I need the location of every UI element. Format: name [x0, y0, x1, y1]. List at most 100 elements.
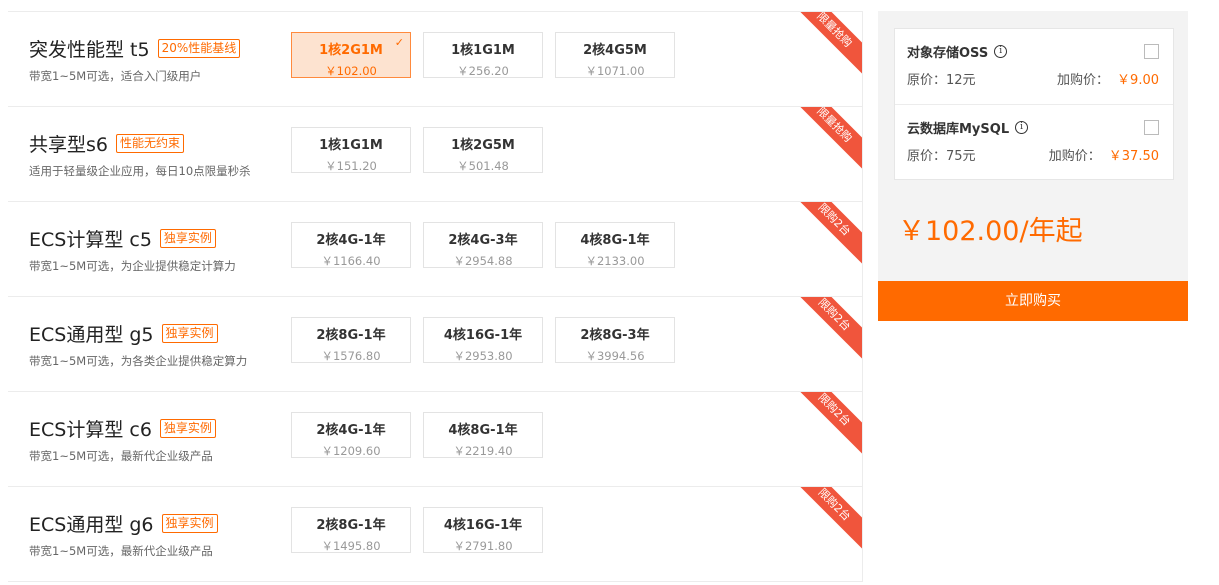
product-title: ECS通用型 g5 独享实例: [29, 321, 218, 346]
spec-option[interactable]: 2核4G-3年 ￥2954.88: [423, 222, 543, 268]
addon-addon-price: 加购价： ￥37.50: [1048, 149, 1159, 164]
spec-label: 1核2G1M: [319, 43, 383, 58]
addon-name: 云数据库MySQL i: [907, 118, 1029, 137]
addon-checkbox[interactable]: [1144, 120, 1159, 135]
addon-name: 对象存储OSS i: [907, 42, 1008, 61]
addon-name-text: 对象存储OSS: [907, 46, 989, 61]
product-row: ECS通用型 g5 独享实例带宽1~5M可选，为各类企业提供稳定算力 限购2台 2核8…: [8, 297, 862, 392]
product-tag: 独享实例: [159, 228, 216, 248]
product-name: ECS计算型 c5: [29, 228, 152, 251]
spec-price: ￥2133.00: [585, 254, 645, 268]
product-row: ECS通用型 g6 独享实例带宽1~5M可选，最新代企业级产品 限购2台 2核8G-1…: [8, 487, 862, 582]
spec-label: 1核2G5M: [451, 138, 515, 153]
spec-price: ￥2954.88: [453, 254, 513, 268]
spec-price: ￥2791.80: [453, 539, 513, 553]
spec-option[interactable]: 2核4G-1年 ￥1209.60: [291, 412, 411, 458]
addon-name-text: 云数据库MySQL: [907, 122, 1010, 137]
spec-label: 4核8G-1年: [448, 423, 518, 438]
spec-price: ￥1576.80: [321, 349, 381, 363]
addon-original-price: 原价：12元: [907, 73, 976, 88]
spec-price: ￥2219.40: [453, 444, 513, 458]
product-row: 突发性能型 t5 20%性能基线带宽1~5M可选，适合入门级用户 限量抢购 1核2G1…: [8, 12, 862, 107]
product-description: 适用于轻量级企业应用，每日10点限量秒杀: [29, 164, 251, 178]
product-title: 共享型s6 性能无约束: [29, 131, 185, 156]
spec-price: ￥1071.00: [585, 64, 645, 78]
spec-option[interactable]: 2核8G-3年 ￥3994.56: [555, 317, 675, 363]
promo-ribbon: 限量抢购: [789, 12, 862, 75]
spec-label: 2核4G5M: [583, 43, 647, 58]
spec-price: ￥1209.60: [321, 444, 381, 458]
spec-option[interactable]: 1核2G1M ￥102.00 ✓: [291, 32, 411, 78]
promo-ribbon: 限量抢购: [789, 107, 862, 170]
spec-option[interactable]: 4核16G-1年 ￥2791.80: [423, 507, 543, 553]
promo-ribbon: 限购2台: [789, 487, 862, 550]
spec-label: 4核16G-1年: [443, 518, 523, 533]
spec-option[interactable]: 4核16G-1年 ￥2953.80: [423, 317, 543, 363]
product-description: 带宽1~5M可选，为各类企业提供稳定算力: [29, 354, 248, 368]
product-tag: 性能无约束: [116, 133, 185, 153]
spec-label: 1核1G1M: [451, 43, 515, 58]
product-name: ECS通用型 g6: [29, 513, 154, 536]
spec-price: ￥501.48: [457, 159, 509, 173]
product-row: 共享型s6 性能无约束适用于轻量级企业应用，每日10点限量秒杀 限量抢购 1核1G1M…: [8, 107, 862, 202]
spec-label: 2核8G-1年: [316, 328, 386, 343]
spec-option[interactable]: 2核4G-1年 ￥1166.40: [291, 222, 411, 268]
buy-now-button[interactable]: 立即购买: [878, 281, 1188, 321]
spec-label: 4核16G-1年: [443, 328, 523, 343]
promo-ribbon: 限购2台: [789, 297, 862, 360]
addon-list: 对象存储OSS i 原价：12元 加购价： ￥9.00 云数据库MySQL i 原…: [894, 28, 1174, 180]
spec-option[interactable]: 1核1G1M ￥151.20: [291, 127, 411, 173]
spec-price: ￥256.20: [457, 64, 509, 78]
spec-price: ￥151.20: [325, 159, 377, 173]
product-tag: 独享实例: [159, 418, 216, 438]
spec-price: ￥3994.56: [585, 349, 645, 363]
addon-addon-price: 加购价： ￥9.00: [1057, 73, 1159, 88]
check-icon: ✓: [394, 36, 404, 49]
product-description: 带宽1~5M可选，最新代企业级产品: [29, 449, 213, 463]
promo-ribbon: 限购2台: [789, 392, 862, 455]
product-row: ECS计算型 c6 独享实例带宽1~5M可选，最新代企业级产品 限购2台 2核4G-1…: [8, 392, 862, 487]
product-name: ECS通用型 g5: [29, 323, 154, 346]
spec-option[interactable]: 2核8G-1年 ￥1576.80: [291, 317, 411, 363]
spec-price: ￥102.00: [325, 64, 377, 78]
spec-option[interactable]: 4核8G-1年 ￥2219.40: [423, 412, 543, 458]
promo-ribbon: 限购2台: [789, 202, 862, 265]
spec-label: 4核8G-1年: [580, 233, 650, 248]
order-summary-panel: 对象存储OSS i 原价：12元 加购价： ￥9.00 云数据库MySQL i 原…: [878, 11, 1188, 321]
spec-option[interactable]: 1核2G5M ￥501.48: [423, 127, 543, 173]
product-description: 带宽1~5M可选，为企业提供稳定计算力: [29, 259, 236, 273]
spec-label: 2核4G-3年: [448, 233, 518, 248]
info-icon[interactable]: i: [994, 45, 1008, 58]
spec-label: 2核4G-1年: [316, 233, 386, 248]
product-description: 带宽1~5M可选，最新代企业级产品: [29, 544, 213, 558]
product-title: ECS计算型 c5 独享实例: [29, 226, 216, 251]
product-name: 突发性能型 t5: [29, 38, 150, 61]
product-title: 突发性能型 t5 20%性能基线: [29, 36, 241, 61]
spec-label: 1核1G1M: [319, 138, 383, 153]
spec-price: ￥2953.80: [453, 349, 513, 363]
spec-price: ￥1166.40: [321, 254, 381, 268]
addon-mysql: 云数据库MySQL i 原价：75元 加购价： ￥37.50: [895, 104, 1173, 179]
addon-original-price: 原价：75元: [907, 149, 976, 164]
addon-oss: 对象存储OSS i 原价：12元 加购价： ￥9.00: [895, 29, 1173, 104]
info-icon[interactable]: i: [1015, 121, 1029, 134]
spec-option[interactable]: 4核8G-1年 ￥2133.00: [555, 222, 675, 268]
addon-checkbox[interactable]: [1144, 44, 1159, 59]
product-name: ECS计算型 c6: [29, 418, 152, 441]
spec-option[interactable]: 2核4G5M ￥1071.00: [555, 32, 675, 78]
product-name: 共享型s6: [29, 133, 108, 156]
product-tag: 20%性能基线: [157, 38, 241, 58]
spec-label: 2核4G-1年: [316, 423, 386, 438]
spec-label: 2核8G-3年: [580, 328, 650, 343]
product-row: ECS计算型 c5 独享实例带宽1~5M可选，为企业提供稳定计算力 限购2台 2核4G…: [8, 202, 862, 297]
spec-option[interactable]: 1核1G1M ￥256.20: [423, 32, 543, 78]
product-tag: 独享实例: [161, 513, 218, 533]
total-price: ￥102.00/年起: [898, 216, 1083, 247]
spec-label: 2核8G-1年: [316, 518, 386, 533]
spec-price: ￥1495.80: [321, 539, 381, 553]
product-list: 突发性能型 t5 20%性能基线 带宽1~5M可选，适合入门级用户 限量抢购 1核2G1…: [8, 11, 863, 582]
product-description: 带宽1~5M可选，适合入门级用户: [29, 69, 202, 83]
spec-option[interactable]: 2核8G-1年 ￥1495.80: [291, 507, 411, 553]
product-title: ECS通用型 g6 独享实例: [29, 511, 218, 536]
product-title: ECS计算型 c6 独享实例: [29, 416, 216, 441]
